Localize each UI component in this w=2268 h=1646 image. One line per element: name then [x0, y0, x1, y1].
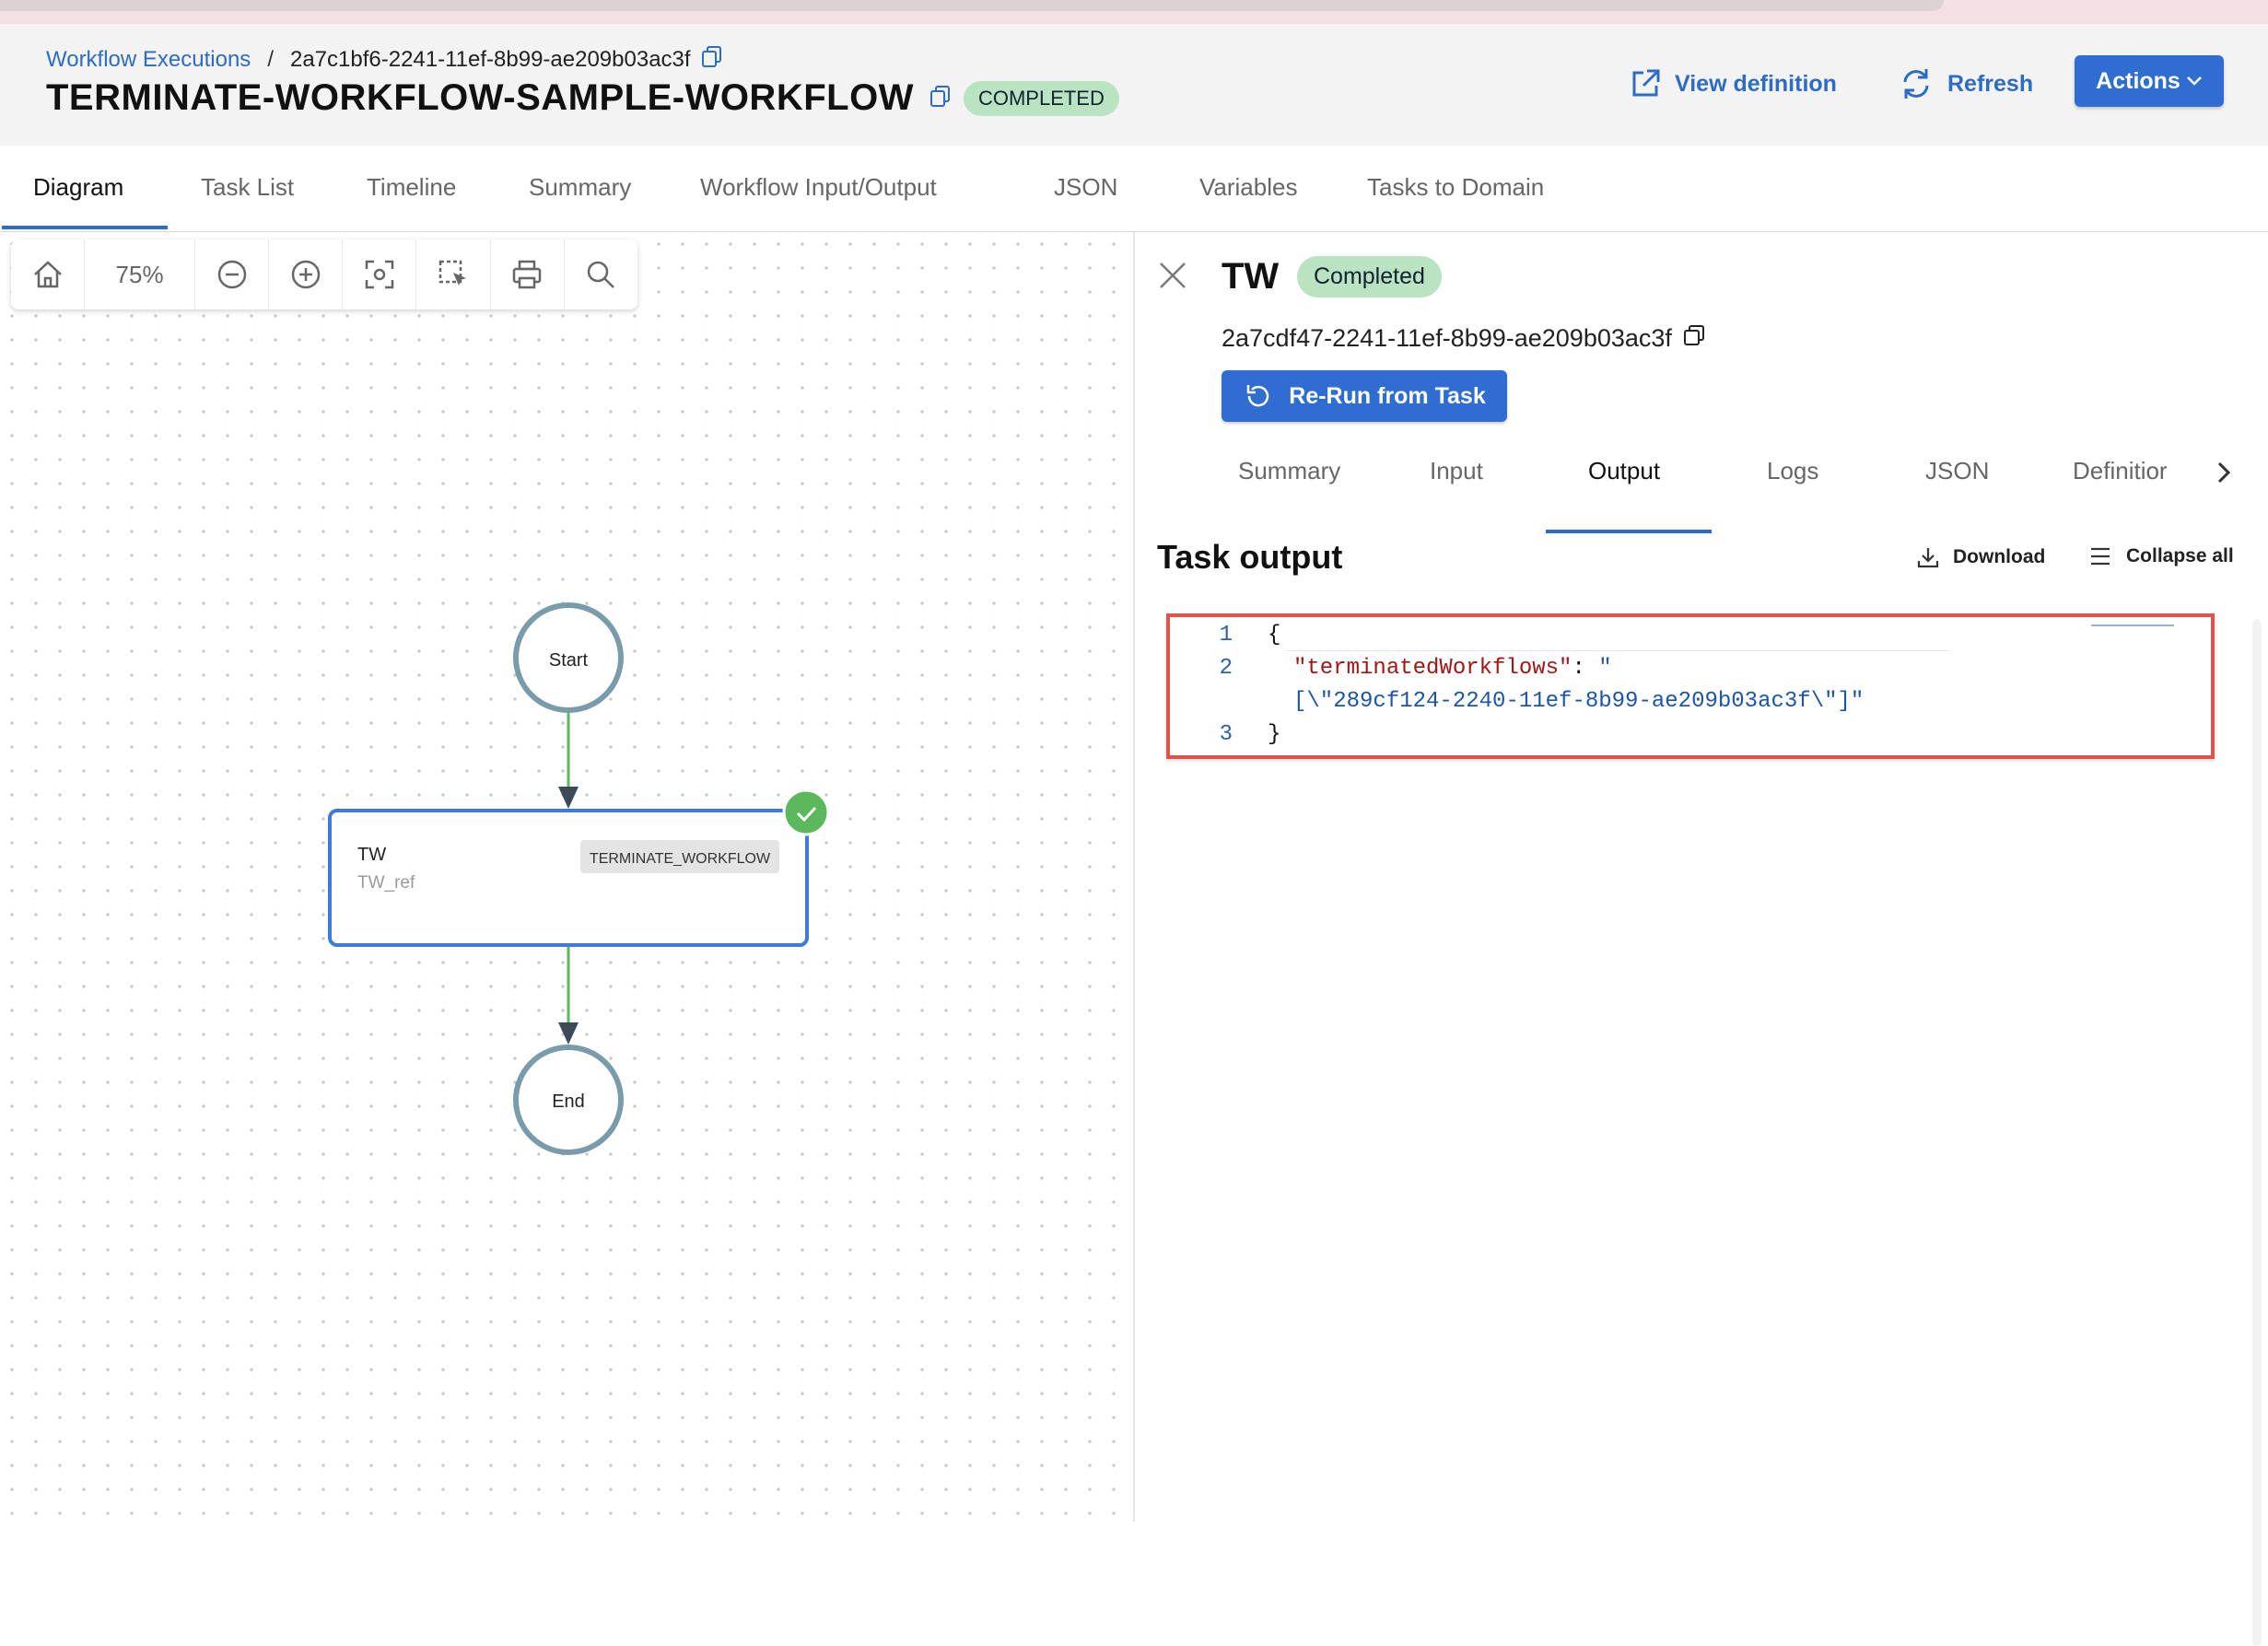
copy-icon[interactable]	[929, 84, 953, 112]
page-title: TERMINATE-WORKFLOW-SAMPLE-WORKFLOW	[46, 77, 914, 118]
collapse-all-button[interactable]: Collapse all	[2089, 545, 2234, 567]
subtab-logs[interactable]: Logs	[1767, 457, 1818, 485]
code-line-2: "terminatedWorkflows": "	[1293, 656, 1612, 681]
rerun-label: Re-Run from Task	[1289, 382, 1486, 409]
task-id-value: 2a7cdf47-2241-11ef-8b99-ae209b03ac3f	[1222, 324, 1672, 352]
tab-tasks-to-domain[interactable]: Tasks to Domain	[1367, 146, 1544, 228]
task-title: TW	[1222, 256, 1280, 297]
tab-json[interactable]: JSON	[1054, 146, 1117, 228]
arrow-head	[558, 1022, 579, 1045]
task-type-label: TERMINATE_WORKFLOW	[590, 851, 771, 867]
breadcrumb-separator: /	[267, 46, 274, 72]
task-node-tw[interactable]: TW TW_ref TERMINATE_WORKFLOW	[328, 788, 830, 947]
rerun-from-task-button[interactable]: Re-Run from Task	[1222, 370, 1507, 422]
breadcrumb: Workflow Executions / 2a7c1bf6-2241-11ef…	[46, 44, 724, 75]
json-colon: :	[1572, 656, 1599, 681]
workflow-diagram: Start TW TW_ref TERMINATE_WORKFLOW End	[328, 602, 830, 1155]
view-definition-label: View definition	[1675, 70, 1837, 97]
editor-minimap	[2091, 625, 2174, 632]
undo-icon	[1243, 381, 1272, 411]
menu-icon	[2089, 546, 2111, 566]
active-tab-indicator	[2, 226, 168, 229]
chevron-down-icon	[2186, 76, 2203, 87]
main-tabs: Diagram Task List Timeline Summary Workf…	[0, 146, 2268, 232]
subtab-output[interactable]: Output	[1588, 457, 1660, 485]
page-header: Workflow Executions / 2a7c1bf6-2241-11ef…	[0, 24, 2268, 146]
tab-variables[interactable]: Variables	[1199, 146, 1297, 228]
chevron-right-icon[interactable]	[2211, 457, 2237, 493]
panel-scrollbar[interactable]	[2252, 619, 2262, 1646]
copy-icon[interactable]	[1681, 322, 1707, 355]
actions-label: Actions	[2096, 67, 2180, 94]
line-number: 2	[1219, 656, 1233, 681]
subtab-definition[interactable]: Definitior	[2073, 457, 2222, 485]
indent-guide	[1286, 650, 1949, 651]
subtab-json[interactable]: JSON	[1925, 457, 1989, 485]
check-icon	[782, 788, 830, 836]
task-output-title: Task output	[1157, 538, 1343, 576]
start-node[interactable]: Start	[513, 602, 624, 713]
tab-diagram[interactable]: Diagram	[33, 146, 123, 228]
tab-timeline[interactable]: Timeline	[367, 146, 456, 228]
tab-summary[interactable]: Summary	[529, 146, 631, 228]
refresh-button[interactable]: Refresh	[1898, 59, 2033, 109]
close-icon[interactable]	[1157, 260, 1188, 296]
task-node-ref: TW_ref	[357, 873, 415, 893]
line-number: 1	[1219, 623, 1233, 648]
start-label: Start	[549, 650, 589, 671]
line-number: 3	[1219, 722, 1233, 747]
code-close-brace: }	[1268, 722, 1281, 747]
json-key: "terminatedWorkflows"	[1293, 656, 1572, 681]
browser-top-band	[0, 0, 2268, 24]
breadcrumb-workflow-executions-link[interactable]: Workflow Executions	[46, 47, 251, 73]
json-value-start: "	[1598, 656, 1612, 681]
tab-task-list[interactable]: Task List	[201, 146, 294, 228]
diagram-canvas[interactable]: 75% Start TW TW_ref TERMINATE_WORKFLOW E…	[0, 232, 1133, 1522]
code-editor[interactable]: 1 2 3 { "terminatedWorkflows": " [\"289c…	[1166, 613, 2215, 759]
breadcrumb-execution-id: 2a7c1bf6-2241-11ef-8b99-ae209b03ac3f	[289, 46, 691, 72]
download-button[interactable]: Download	[1916, 545, 2045, 569]
end-node[interactable]: End	[513, 1045, 624, 1155]
subtab-summary[interactable]: Summary	[1238, 457, 1340, 485]
task-details-panel: TW Completed 2a7cdf47-2241-11ef-8b99-ae2…	[1135, 232, 2268, 1646]
code-open-brace: {	[1268, 623, 1281, 648]
refresh-label: Refresh	[1947, 70, 2034, 97]
refresh-icon	[1898, 65, 1935, 102]
download-label: Download	[1953, 546, 2046, 567]
arrow-head	[558, 787, 579, 809]
copy-icon[interactable]	[700, 44, 724, 75]
view-definition-button[interactable]: View definition	[1629, 59, 1837, 109]
actions-button[interactable]: Actions	[2075, 55, 2224, 107]
task-id: 2a7cdf47-2241-11ef-8b99-ae209b03ac3f	[1222, 322, 1707, 355]
status-badge: COMPLETED	[963, 80, 1119, 116]
subtab-input[interactable]: Input	[1430, 457, 1483, 485]
download-icon	[1916, 545, 1940, 569]
end-label: End	[552, 1091, 585, 1112]
active-subtab-indicator	[1546, 530, 1712, 533]
top-progress-bar	[0, 0, 1944, 11]
title-row: TERMINATE-WORKFLOW-SAMPLE-WORKFLOW COMPL…	[46, 77, 1119, 119]
json-value: [\"289cf124-2240-11ef-8b99-ae209b03ac3f\…	[1293, 689, 1865, 714]
external-link-icon	[1629, 67, 1662, 100]
tab-workflow-input-output[interactable]: Workflow Input/Output	[700, 146, 937, 228]
collapse-all-label: Collapse all	[2126, 545, 2234, 566]
task-status-badge: Completed	[1297, 256, 1442, 298]
task-node-name: TW	[357, 845, 386, 865]
